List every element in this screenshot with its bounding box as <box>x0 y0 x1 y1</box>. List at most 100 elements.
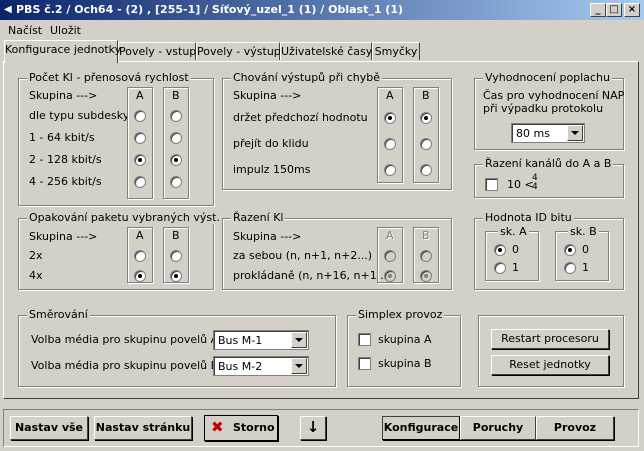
group-title: Počet Kl - přenosová rychlost <box>27 71 191 84</box>
column-b-label: B <box>172 89 180 102</box>
group-simplex-provoz: Simplex provoz skupina A skupina B <box>347 308 461 387</box>
row-label: 4 - 256 kbit/s <box>29 175 102 188</box>
down-arrow-button[interactable]: ↓ <box>300 416 326 440</box>
radio-pocet-b-2[interactable] <box>170 154 182 166</box>
radio-opakovani-b-0[interactable] <box>170 250 182 262</box>
maximize-button[interactable]: □ <box>606 3 622 17</box>
fraction-numerator: 4 <box>532 173 538 183</box>
radio-sk-b-1[interactable] <box>564 262 576 274</box>
group-title: Opakování paketu vybraných výst. <box>27 211 222 224</box>
radio-razeni-kl-b-1[interactable] <box>420 270 432 282</box>
skupina-label: Skupina ---> <box>233 230 302 243</box>
sk-b-box: sk. B 0 1 <box>555 225 609 281</box>
radio-opakovani-a-1[interactable] <box>134 270 146 282</box>
column-a: A <box>377 227 403 283</box>
radio-opakovani-a-0[interactable] <box>134 250 146 262</box>
skupina-label: Skupina ---> <box>233 89 302 102</box>
close-button[interactable]: × <box>624 3 640 17</box>
chevron-down-icon[interactable] <box>567 125 583 141</box>
skupina-label: Skupina ---> <box>29 230 98 243</box>
media-b-value: Bus M-2 <box>218 360 263 373</box>
reset-jednotky-button[interactable]: Reset jednotky <box>491 355 609 375</box>
simplex-b-checkbox[interactable] <box>358 357 371 370</box>
radio-razeni-kl-a-0[interactable] <box>384 250 396 262</box>
provoz-button[interactable]: Provoz <box>536 416 614 440</box>
tab-smycky[interactable]: Smyčky <box>372 42 420 60</box>
column-a: A <box>127 87 153 199</box>
radio-chovani-b-0[interactable] <box>420 112 432 124</box>
column-b-label: B <box>422 229 430 242</box>
media-a-select[interactable]: Bus M-1 <box>213 330 309 350</box>
radio-pocet-a-0[interactable] <box>134 110 146 122</box>
skupina-label: Skupina ---> <box>29 89 98 102</box>
group-hodnota-id-bitu: Hodnota ID bitu sk. A 0 1 sk. B 0 1 <box>474 211 624 290</box>
storno-label: Storno <box>233 421 275 434</box>
tab-uzivatelske-casy[interactable]: Uživatelské časy <box>280 42 372 60</box>
tab-panel: Počet Kl - přenosová rychlost Skupina --… <box>3 61 639 399</box>
radio-sk-b-0[interactable] <box>564 244 576 256</box>
group-razeni-kanalu: Řazení kanálů do A a B 10 < 4 4 <box>474 157 624 198</box>
option-label: 0 <box>512 243 519 256</box>
chevron-down-icon[interactable] <box>291 332 307 348</box>
tab-povely-vystup[interactable]: Povely - výstup <box>196 42 281 60</box>
row-label: 2 - 128 kbit/s <box>29 153 102 166</box>
group-actions: Restart procesoru Reset jednotky <box>478 315 624 387</box>
radio-pocet-a-2[interactable] <box>134 154 146 166</box>
radio-pocet-a-1[interactable] <box>134 132 146 144</box>
chevron-down-icon[interactable] <box>291 358 307 374</box>
bottom-toolbar: Nastav vše Nastav stránku ✖ Storno ↓ Kon… <box>3 409 639 447</box>
radio-razeni-kl-b-0[interactable] <box>420 250 432 262</box>
group-smerovani: Směrování Volba média pro skupinu povelů… <box>18 308 336 387</box>
arrow-down-icon: ↓ <box>306 418 320 436</box>
radio-chovani-b-1[interactable] <box>420 138 432 150</box>
radio-pocet-b-3[interactable] <box>170 176 182 188</box>
radio-chovani-a-2[interactable] <box>384 164 396 176</box>
simplex-a-checkbox[interactable] <box>358 333 371 346</box>
minimize-button[interactable]: _ <box>590 3 606 17</box>
radio-chovani-a-1[interactable] <box>384 138 396 150</box>
row-label: dle typu subdesky <box>29 109 130 122</box>
storno-button[interactable]: ✖ Storno <box>204 415 278 441</box>
vyhodnoceni-line1: Čas pro vyhodnocení NAP <box>483 89 625 102</box>
group-title: Řazení kanálů do A a B <box>483 157 614 170</box>
media-a-value: Bus M-1 <box>218 334 263 347</box>
column-b: B <box>413 87 439 183</box>
radio-sk-a-0[interactable] <box>494 244 506 256</box>
group-title: Vyhodnocení poplachu <box>483 71 612 84</box>
razeni-kanalu-checkbox[interactable] <box>485 178 498 191</box>
smerovani-row-a-label: Volba média pro skupinu povelů A <box>31 333 219 346</box>
vyhodnoceni-value: 80 ms <box>516 127 550 140</box>
row-label: impulz 150ms <box>233 163 311 176</box>
radio-pocet-b-1[interactable] <box>170 132 182 144</box>
sk-a-box: sk. A 0 1 <box>485 225 539 281</box>
konfigurace-button[interactable]: Konfigurace <box>382 416 460 440</box>
sk-a-label: sk. A <box>498 225 529 238</box>
option-label: 1 <box>582 261 589 274</box>
media-b-select[interactable]: Bus M-2 <box>213 356 309 376</box>
column-b-label: B <box>172 229 180 242</box>
poruchy-button[interactable]: Poruchy <box>460 416 536 440</box>
sk-b-label: sk. B <box>568 225 599 238</box>
option-label: 1 <box>512 261 519 274</box>
menu-nacist[interactable]: Načíst <box>8 24 42 37</box>
column-a-label: A <box>136 229 144 242</box>
fraction-denominator: 4 <box>532 182 538 192</box>
radio-razeni-kl-a-1[interactable] <box>384 270 396 282</box>
radio-chovani-b-2[interactable] <box>420 164 432 176</box>
radio-chovani-a-0[interactable] <box>384 112 396 124</box>
radio-sk-a-1[interactable] <box>494 262 506 274</box>
menu-ulozit[interactable]: Uložit <box>50 24 81 37</box>
radio-pocet-a-3[interactable] <box>134 176 146 188</box>
column-b: B <box>163 87 189 199</box>
tab-povely-vstup[interactable]: Povely - vstup <box>118 42 196 60</box>
tab-konfigurace-jednotky[interactable]: Konfigurace jednotky <box>4 40 121 63</box>
restart-procesoru-button[interactable]: Restart procesoru <box>491 329 609 349</box>
nastav-stranku-button[interactable]: Nastav stránku <box>94 416 192 440</box>
column-a-label: A <box>136 89 144 102</box>
radio-pocet-b-0[interactable] <box>170 110 182 122</box>
razeni-kanalu-label: 10 < <box>507 178 534 191</box>
column-b: B <box>413 227 439 283</box>
nastav-vse-button[interactable]: Nastav vše <box>10 416 88 440</box>
radio-opakovani-b-1[interactable] <box>170 270 182 282</box>
vyhodnoceni-select[interactable]: 80 ms <box>511 123 585 143</box>
